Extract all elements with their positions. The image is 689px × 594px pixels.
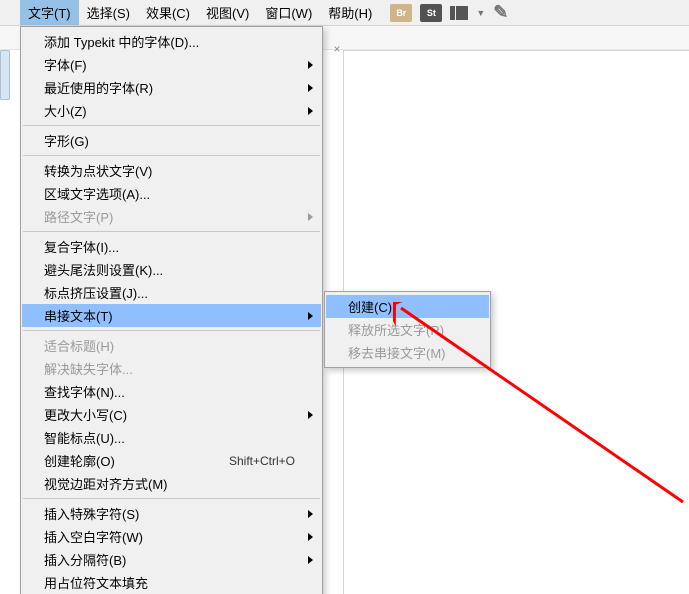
label: 创建轮廓(O) xyxy=(44,451,219,470)
submenu-item-create[interactable]: 创建(C) xyxy=(326,295,489,318)
menu-separator xyxy=(23,330,320,331)
chevron-right-icon xyxy=(308,312,313,320)
label: 最近使用的字体(R) xyxy=(44,78,295,97)
workspace-icon[interactable] xyxy=(450,6,468,20)
close-icon: × xyxy=(333,42,340,56)
label: 避头尾法则设置(K)... xyxy=(44,260,295,279)
menu-separator xyxy=(23,155,320,156)
menu-help-label: 帮助(H) xyxy=(328,3,372,22)
menu-item-path-text: 路径文字(P) xyxy=(22,205,321,228)
stock-icon[interactable]: St xyxy=(420,4,442,22)
menu-item-recent-fonts[interactable]: 最近使用的字体(R) xyxy=(22,76,321,99)
menu-effect[interactable]: 效果(C) xyxy=(138,0,198,25)
menu-item-avoid-rules[interactable]: 避头尾法则设置(K)... xyxy=(22,258,321,281)
thread-text-submenu: 创建(C) 释放所选文字(R) 移去串接文字(M) xyxy=(324,291,491,368)
menu-view[interactable]: 视图(V) xyxy=(198,0,257,25)
menu-item-glyphs[interactable]: 字形(G) xyxy=(22,129,321,152)
menu-item-change-case[interactable]: 更改大小写(C) xyxy=(22,403,321,426)
menu-item-find-font[interactable]: 查找字体(N)... xyxy=(22,380,321,403)
chevron-right-icon xyxy=(308,556,313,564)
menu-item-add-typekit[interactable]: 添加 Typekit 中的字体(D)... xyxy=(22,30,321,53)
label: 移去串接文字(M) xyxy=(348,343,463,362)
label: 创建(C) xyxy=(348,297,463,316)
menu-separator xyxy=(23,125,320,126)
chevron-right-icon xyxy=(308,533,313,541)
chevron-down-icon[interactable]: ▼ xyxy=(476,8,485,18)
menu-item-fill-placeholder[interactable]: 用占位符文本填充 xyxy=(22,571,321,594)
menu-separator xyxy=(23,231,320,232)
menu-item-compound-fonts[interactable]: 复合字体(I)... xyxy=(22,235,321,258)
submenu-item-remove: 移去串接文字(M) xyxy=(326,341,489,364)
toolbar-icons: Br St ▼ ✎ xyxy=(390,0,508,25)
label: 查找字体(N)... xyxy=(44,382,295,401)
menu-item-resolve-missing: 解决缺失字体... xyxy=(22,357,321,380)
menu-item-mojikumi[interactable]: 标点挤压设置(J)... xyxy=(22,281,321,304)
label: 转换为点状文字(V) xyxy=(44,161,295,180)
chevron-right-icon xyxy=(308,84,313,92)
menu-item-insert-break[interactable]: 插入分隔符(B) xyxy=(22,548,321,571)
menu-effect-label: 效果(C) xyxy=(146,3,190,22)
menu-item-fit-headline: 适合标题(H) xyxy=(22,334,321,357)
label: 标点挤压设置(J)... xyxy=(44,283,295,302)
menu-item-insert-whitespace[interactable]: 插入空白字符(W) xyxy=(22,525,321,548)
search-icon[interactable]: ✎ xyxy=(493,2,508,23)
label: 视觉边距对齐方式(M) xyxy=(44,474,295,493)
submenu-item-release: 释放所选文字(R) xyxy=(326,318,489,341)
label: 智能标点(U)... xyxy=(44,428,295,447)
chevron-right-icon xyxy=(308,213,313,221)
label: 用占位符文本填充 xyxy=(44,573,295,592)
label: 解决缺失字体... xyxy=(44,359,295,378)
label: 字形(G) xyxy=(44,131,295,150)
menu-separator xyxy=(23,498,320,499)
menu-select[interactable]: 选择(S) xyxy=(79,0,138,25)
label: 添加 Typekit 中的字体(D)... xyxy=(44,32,295,51)
label: 字体(F) xyxy=(44,55,295,74)
menu-view-label: 视图(V) xyxy=(206,3,249,22)
chevron-right-icon xyxy=(308,510,313,518)
menu-item-font[interactable]: 字体(F) xyxy=(22,53,321,76)
label: 插入特殊字符(S) xyxy=(44,504,295,523)
label: 路径文字(P) xyxy=(44,207,295,226)
menu-bar: 文字(T) 选择(S) 效果(C) 视图(V) 窗口(W) 帮助(H) Br S… xyxy=(0,0,689,26)
chevron-right-icon xyxy=(308,411,313,419)
tool-panel-fragment xyxy=(0,50,10,100)
shortcut: Shift+Ctrl+O xyxy=(229,454,295,468)
menu-type-label: 文字(T) xyxy=(28,3,71,22)
label: 适合标题(H) xyxy=(44,336,295,355)
label: 插入空白字符(W) xyxy=(44,527,295,546)
menu-item-create-outlines[interactable]: 创建轮廓(O) Shift+Ctrl+O xyxy=(22,449,321,472)
chevron-right-icon xyxy=(308,61,313,69)
menu-type[interactable]: 文字(T) xyxy=(20,0,79,25)
bridge-icon[interactable]: Br xyxy=(390,4,412,22)
menu-window[interactable]: 窗口(W) xyxy=(257,0,320,25)
menu-item-size[interactable]: 大小(Z) xyxy=(22,99,321,122)
label: 大小(Z) xyxy=(44,101,295,120)
chevron-right-icon xyxy=(308,107,313,115)
label: 串接文本(T) xyxy=(44,306,295,325)
menu-select-label: 选择(S) xyxy=(87,3,130,22)
label: 插入分隔符(B) xyxy=(44,550,295,569)
menu-item-optical-margin[interactable]: 视觉边距对齐方式(M) xyxy=(22,472,321,495)
menu-item-smart-punct[interactable]: 智能标点(U)... xyxy=(22,426,321,449)
label: 更改大小写(C) xyxy=(44,405,295,424)
label: 区域文字选项(A)... xyxy=(44,184,295,203)
menu-window-label: 窗口(W) xyxy=(265,3,312,22)
label: 释放所选文字(R) xyxy=(348,320,463,339)
menu-item-convert-point-text[interactable]: 转换为点状文字(V) xyxy=(22,159,321,182)
menu-item-area-text-options[interactable]: 区域文字选项(A)... xyxy=(22,182,321,205)
menu-item-thread-text[interactable]: 串接文本(T) xyxy=(22,304,321,327)
label: 复合字体(I)... xyxy=(44,237,295,256)
menu-item-insert-special[interactable]: 插入特殊字符(S) xyxy=(22,502,321,525)
type-menu-dropdown: 添加 Typekit 中的字体(D)... 字体(F) 最近使用的字体(R) 大… xyxy=(20,26,323,594)
menu-help[interactable]: 帮助(H) xyxy=(320,0,380,25)
